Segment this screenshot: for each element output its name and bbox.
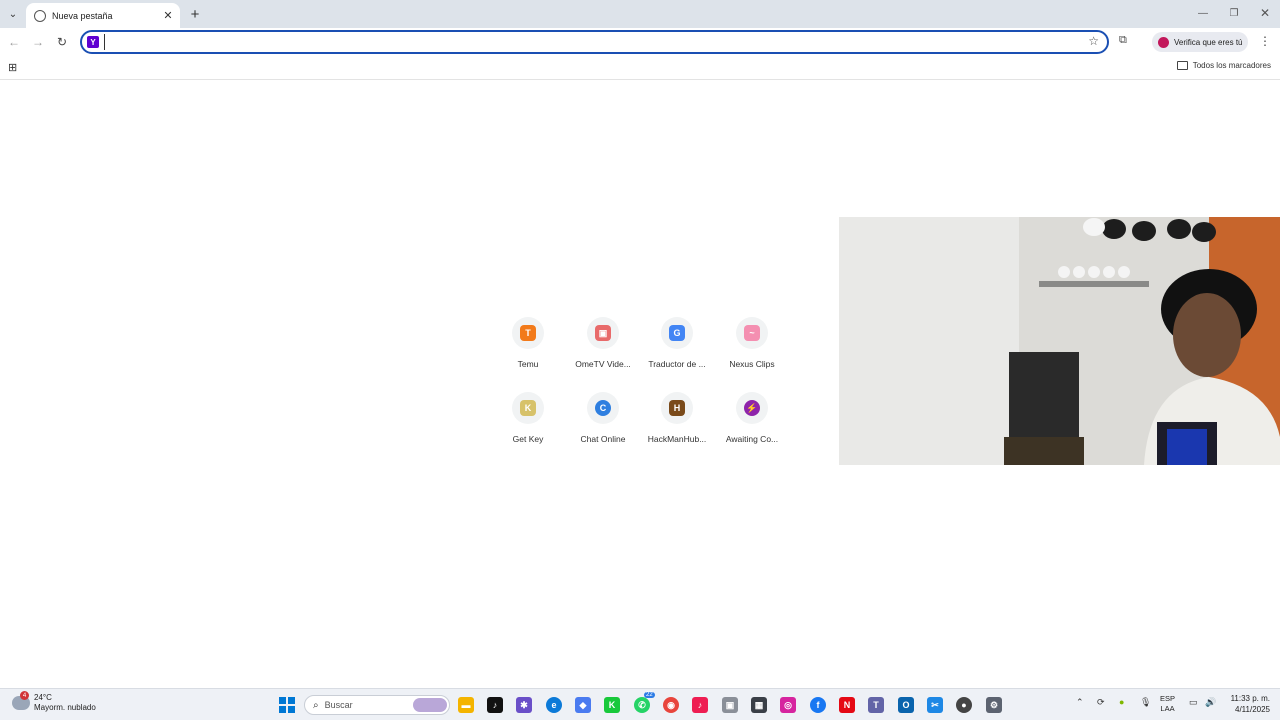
back-button[interactable]: ← (5, 33, 23, 51)
tab-new-tab[interactable]: Nueva pestaña ✕ (26, 3, 180, 28)
maximize-button[interactable]: ❐ (1219, 4, 1249, 22)
all-bookmarks-button[interactable]: Todos los marcadores (1176, 61, 1271, 70)
folder-icon (1176, 61, 1188, 70)
lang-bottom: LAA (1160, 704, 1175, 713)
start-button[interactable] (279, 697, 295, 713)
lang-top: ESP (1160, 694, 1176, 703)
globe-icon (34, 9, 46, 22)
apps-grid-icon[interactable]: ⊞ (8, 61, 17, 74)
close-window-button[interactable]: ✕ (1250, 4, 1280, 22)
chat-online-icon: C (595, 400, 611, 416)
shortcut-temu[interactable]: T Temu (490, 317, 566, 385)
whatsapp-badge: 22 (644, 692, 655, 698)
address-bar[interactable]: Y ☆ (80, 30, 1109, 54)
shortcut-awaiting[interactable]: ⚡ Awaiting Co... (714, 392, 790, 460)
settings-gear-icon[interactable]: ⚙ (986, 697, 1002, 713)
facebook-icon[interactable]: f (810, 697, 826, 713)
store-icon[interactable]: ▦ (751, 697, 767, 713)
sync-icon[interactable]: ⟳ (1097, 697, 1105, 708)
nexus-clips-icon: ~ (744, 325, 760, 341)
whatsapp-icon[interactable]: ✆ (634, 697, 650, 713)
clock[interactable]: 11:33 p. m. 4/11/2025 (1224, 693, 1270, 715)
chevron-up-icon[interactable]: ⌃ (1076, 697, 1084, 708)
language-indicator[interactable]: ESP LAA (1160, 694, 1175, 714)
search-icon: ⌕ (313, 699, 319, 711)
profile-chip-label: Verifica que eres tú (1174, 37, 1243, 47)
close-tab-icon[interactable]: ✕ (160, 8, 176, 24)
forward-button[interactable]: → (29, 33, 47, 51)
bookmarks-bar: ⊞ Todos los marcadores (0, 56, 1280, 80)
more-menu-icon[interactable]: ⋮ (1258, 34, 1272, 48)
reload-button[interactable]: ↻ (53, 33, 71, 51)
teams-icon[interactable]: T (868, 697, 884, 713)
shortcut-chat-online[interactable]: C Chat Online (565, 392, 641, 460)
address-input[interactable] (104, 34, 1064, 50)
edge-icon[interactable]: e (546, 697, 562, 713)
tab-search-button[interactable]: ⌄ (4, 5, 22, 23)
shortcut-traductor[interactable]: G Traductor de ... (639, 317, 715, 385)
bookmark-star-icon[interactable]: ☆ (1088, 34, 1099, 48)
clock-time: 11:33 p. m. (1230, 694, 1270, 703)
file-explorer-icon[interactable]: ▬ (458, 697, 474, 713)
notification-badge: 4 (20, 691, 29, 700)
google-translate-icon: G (669, 325, 685, 341)
nvidia-icon[interactable]: ● (1119, 697, 1124, 707)
weather-temp: 24°C (34, 693, 52, 702)
new-tab-button[interactable]: + (186, 5, 204, 23)
search-placeholder: Buscar (324, 700, 353, 710)
cloud-icon: 4 (12, 691, 30, 710)
webcam-overlay (839, 217, 1280, 465)
perplexity-icon[interactable]: ✱ (516, 697, 532, 713)
microphone-icon[interactable]: 🎙 (1140, 697, 1151, 708)
shortcut-label: HackManHub... (647, 434, 707, 444)
minimize-button[interactable]: — (1188, 4, 1218, 22)
webcam-image (839, 217, 1280, 465)
obs-icon[interactable]: ● (956, 697, 972, 713)
shortcut-label: Get Key (512, 434, 544, 444)
camera-icon[interactable]: ▣ (722, 697, 738, 713)
copilot-icon[interactable]: ◆ (575, 697, 591, 713)
search-highlight-image (413, 698, 447, 712)
search-engine-icon: Y (87, 36, 99, 48)
all-bookmarks-label: Todos los marcadores (1192, 61, 1271, 70)
tiktok-studio-icon[interactable]: ♪ (692, 697, 708, 713)
instagram-icon[interactable]: ◎ (780, 697, 796, 713)
volume-icon[interactable]: 🔊 (1205, 697, 1216, 708)
taskbar-search[interactable]: ⌕ Buscar (304, 695, 450, 715)
profile-chip[interactable]: Verifica que eres tú (1152, 32, 1248, 52)
snipping-tool-icon[interactable]: ✂ (927, 697, 943, 713)
shortcut-ometv[interactable]: ▣ OmeTV Vide... (565, 317, 641, 385)
shortcut-get-key[interactable]: K Get Key (490, 392, 566, 460)
network-icon[interactable]: ▭ (1189, 697, 1198, 708)
awaiting-icon: ⚡ (744, 400, 760, 416)
hackmanhub-icon: H (669, 400, 685, 416)
extensions-icon[interactable]: ⧉ (1119, 34, 1133, 48)
kick-icon[interactable]: K (604, 697, 620, 713)
clock-date: 4/11/2025 (1235, 705, 1270, 714)
shortcut-label: Nexus Clips (729, 359, 775, 369)
avatar (1158, 36, 1169, 48)
shortcut-label: Awaiting Co... (725, 434, 779, 444)
shortcut-nexus-clips[interactable]: ~ Nexus Clips (714, 317, 790, 385)
shortcut-label: OmeTV Vide... (575, 359, 631, 369)
netflix-icon[interactable]: N (839, 697, 855, 713)
tiktok-icon[interactable]: ♪ (487, 697, 503, 713)
chrome-icon[interactable]: ◉ (663, 697, 679, 713)
taskbar: 4 24°C Mayorm. nublado ⌕ Buscar ▬ ♪ ✱ e … (0, 688, 1280, 720)
weather-widget[interactable]: 4 24°C Mayorm. nublado (12, 691, 96, 713)
shortcut-label: Chat Online (580, 434, 626, 444)
tab-strip: ⌄ Nueva pestaña ✕ + — ❐ ✕ (0, 0, 1280, 28)
temu-icon: T (520, 325, 536, 341)
shortcut-hackmanhub[interactable]: H HackManHub... (639, 392, 715, 460)
weather-desc: Mayorm. nublado (34, 703, 96, 712)
get-key-icon: K (520, 400, 536, 416)
shortcut-label: Traductor de ... (648, 359, 706, 369)
shortcut-label: Temu (517, 359, 539, 369)
browser-toolbar: ← → ↻ Y ☆ ⧉ Verifica que eres tú ⋮ (0, 28, 1280, 56)
windows-logo-icon (279, 697, 286, 704)
tab-title: Nueva pestaña (52, 10, 113, 21)
outlook-icon[interactable]: O (898, 697, 914, 713)
ometv-icon: ▣ (595, 325, 611, 341)
